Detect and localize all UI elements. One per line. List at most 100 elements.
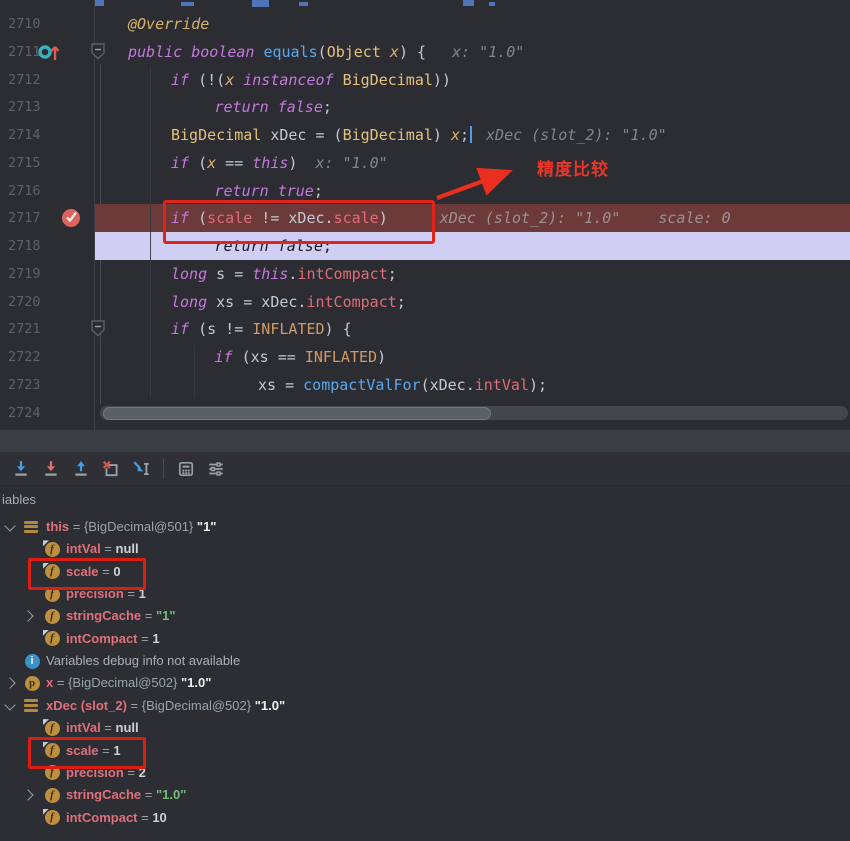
variables-panel-title: iables bbox=[0, 492, 36, 507]
annotation-red-box bbox=[28, 737, 146, 769]
line-number: 2724 bbox=[8, 399, 41, 427]
line-number: 2715 bbox=[8, 149, 41, 177]
debug-tool-window: iables this = {BigDecimal@501} "1"fintVa… bbox=[0, 430, 850, 841]
field-icon: f bbox=[44, 608, 60, 624]
line-number: 2710 bbox=[8, 10, 41, 38]
variable-row-intCompact[interactable]: f intCompact = 10 bbox=[0, 807, 850, 829]
drop-frame-icon[interactable] bbox=[98, 456, 124, 482]
step-into-icon[interactable] bbox=[8, 456, 34, 482]
code-text: return false; bbox=[215, 93, 332, 121]
fold-marker-icon[interactable] bbox=[91, 43, 105, 65]
ide-debugger-window: 2710 @Override2711public boolean equals(O… bbox=[0, 0, 850, 841]
chevron-right-icon[interactable] bbox=[4, 678, 15, 689]
chevron-down-icon[interactable] bbox=[4, 520, 15, 531]
code-line-2711[interactable]: 2711public boolean equals(Object x) {x: … bbox=[0, 38, 850, 66]
annotation-arrow-icon bbox=[428, 158, 528, 208]
code-text: long s = this.intCompact; bbox=[171, 260, 397, 288]
line-number: 2716 bbox=[8, 177, 41, 205]
annotation-red-box bbox=[28, 558, 146, 590]
inline-debug-hint: xDec (slot_2): "1.0" bbox=[440, 209, 621, 227]
variable-row-intCompact[interactable]: f intCompact = 1 bbox=[0, 628, 850, 650]
breakpoint-icon[interactable] bbox=[60, 206, 82, 233]
variable-row-xDec-slot-2-[interactable]: xDec (slot_2) = {BigDecimal@502} "1.0" bbox=[0, 695, 850, 717]
text-caret bbox=[470, 126, 472, 143]
variable-row-stringCache[interactable]: f stringCache = "1.0" bbox=[0, 784, 850, 806]
code-text: long xs = xDec.intCompact; bbox=[171, 288, 406, 316]
code-line-2712[interactable]: 2712if (!(x instanceof BigDecimal)) bbox=[0, 66, 850, 94]
chevron-right-icon[interactable] bbox=[22, 790, 33, 801]
force-step-into-icon[interactable] bbox=[38, 456, 64, 482]
run-to-cursor-icon[interactable] bbox=[128, 456, 154, 482]
inline-debug-hint: scale: 0 bbox=[658, 209, 730, 227]
step-out-icon[interactable] bbox=[68, 456, 94, 482]
field-icon: f bbox=[44, 631, 60, 647]
clipped-code-fragment bbox=[95, 0, 104, 6]
info-text: Variables debug info not available bbox=[46, 650, 240, 672]
debug-toolbar bbox=[0, 452, 850, 486]
code-line-2721[interactable]: 2721if (s != INFLATED) { bbox=[0, 315, 850, 343]
code-line-2715[interactable]: 2715 if (x == this)x: "1.0" bbox=[0, 149, 850, 177]
splitter-band[interactable] bbox=[0, 430, 850, 452]
code-line-2713[interactable]: 2713return false; bbox=[0, 93, 850, 121]
field-icon: f bbox=[44, 720, 60, 736]
code-text: BigDecimal xDec = (BigDecimal) x;xDec (s… bbox=[171, 121, 667, 149]
line-number: 2723 bbox=[8, 371, 41, 399]
indent-guide bbox=[150, 66, 151, 398]
code-line-2720[interactable]: 2720 long xs = xDec.intCompact; bbox=[0, 288, 850, 316]
clipped-code-fragment bbox=[489, 2, 495, 6]
indent-guide bbox=[194, 345, 195, 398]
annotation-red-box bbox=[163, 200, 435, 244]
variable-label: this = {BigDecimal@501} "1" bbox=[46, 516, 216, 538]
clipped-code-fragment bbox=[181, 2, 194, 6]
line-number: 2714 bbox=[8, 121, 41, 149]
variable-label: intVal = null bbox=[66, 717, 139, 739]
variable-label: stringCache = "1" bbox=[66, 605, 176, 627]
parameter-icon: p bbox=[24, 675, 40, 691]
line-number: 2717 bbox=[8, 204, 41, 232]
clipped-code-fragment bbox=[299, 2, 308, 6]
field-icon: f bbox=[44, 541, 60, 557]
chevron-down-icon[interactable] bbox=[4, 699, 15, 710]
variable-row-scale[interactable]: fscale = 0 bbox=[0, 561, 850, 583]
code-line-2722[interactable]: 2722if (xs == INFLATED) bbox=[0, 343, 850, 371]
clipped-code-fragment bbox=[463, 0, 474, 6]
chevron-right-icon[interactable] bbox=[22, 611, 33, 622]
annotation-text: 精度比较 bbox=[537, 155, 609, 180]
code-text: if (x == this)x: "1.0" bbox=[171, 149, 388, 177]
code-text: if (s != INFLATED) { bbox=[171, 315, 352, 343]
field-icon: f bbox=[44, 787, 60, 803]
variable-label: intCompact = 10 bbox=[66, 807, 167, 829]
code-editor[interactable]: 2710 @Override2711public boolean equals(O… bbox=[0, 0, 850, 430]
line-number: 2722 bbox=[8, 343, 41, 371]
variables-tree: this = {BigDecimal@501} "1" f intVal = nul… bbox=[0, 513, 850, 841]
variable-row-stringCache[interactable]: f stringCache = "1" bbox=[0, 605, 850, 627]
field-icon: f bbox=[44, 810, 60, 826]
settings-lines-icon[interactable] bbox=[203, 456, 229, 482]
clipped-code-fragment bbox=[252, 0, 269, 7]
inline-debug-hint: x: "1.0" bbox=[452, 43, 524, 61]
variable-row-intVal[interactable]: f intVal = null bbox=[0, 717, 850, 739]
inline-debug-hint: x: "1.0" bbox=[315, 154, 387, 172]
variable-row-this[interactable]: this = {BigDecimal@501} "1" bbox=[0, 516, 850, 538]
fold-marker-icon[interactable] bbox=[91, 320, 105, 342]
code-line-2723[interactable]: 2723 xs = compactValFor(xDec.intVal); bbox=[0, 371, 850, 399]
line-number: 2720 bbox=[8, 288, 41, 316]
evaluate-expression-icon[interactable] bbox=[173, 456, 199, 482]
variables-info-row[interactable]: iVariables debug info not available bbox=[0, 650, 850, 672]
variables-panel-header: iables bbox=[0, 487, 850, 513]
scrollbar-thumb[interactable] bbox=[103, 407, 491, 420]
code-line-2714[interactable]: 2714 BigDecimal xDec = (BigDecimal) x;xDe… bbox=[0, 121, 850, 149]
horizontal-scrollbar[interactable] bbox=[100, 406, 848, 420]
variable-label: stringCache = "1.0" bbox=[66, 784, 186, 806]
variable-row-x[interactable]: px = {BigDecimal@502} "1.0" bbox=[0, 672, 850, 694]
line-number: 2719 bbox=[8, 260, 41, 288]
variable-row-scale[interactable]: fscale = 1 bbox=[0, 740, 850, 762]
variable-label: xDec (slot_2) = {BigDecimal@502} "1.0" bbox=[46, 695, 285, 717]
code-text: xs = compactValFor(xDec.intVal); bbox=[258, 371, 547, 399]
value-icon bbox=[24, 519, 39, 534]
code-text: @Override bbox=[128, 10, 209, 38]
code-line-2710[interactable]: 2710 @Override bbox=[0, 10, 850, 38]
code-line-2719[interactable]: 2719 long s = this.intCompact; bbox=[0, 260, 850, 288]
method-entry-icon[interactable] bbox=[36, 41, 60, 68]
variable-label: intCompact = 1 bbox=[66, 628, 160, 650]
